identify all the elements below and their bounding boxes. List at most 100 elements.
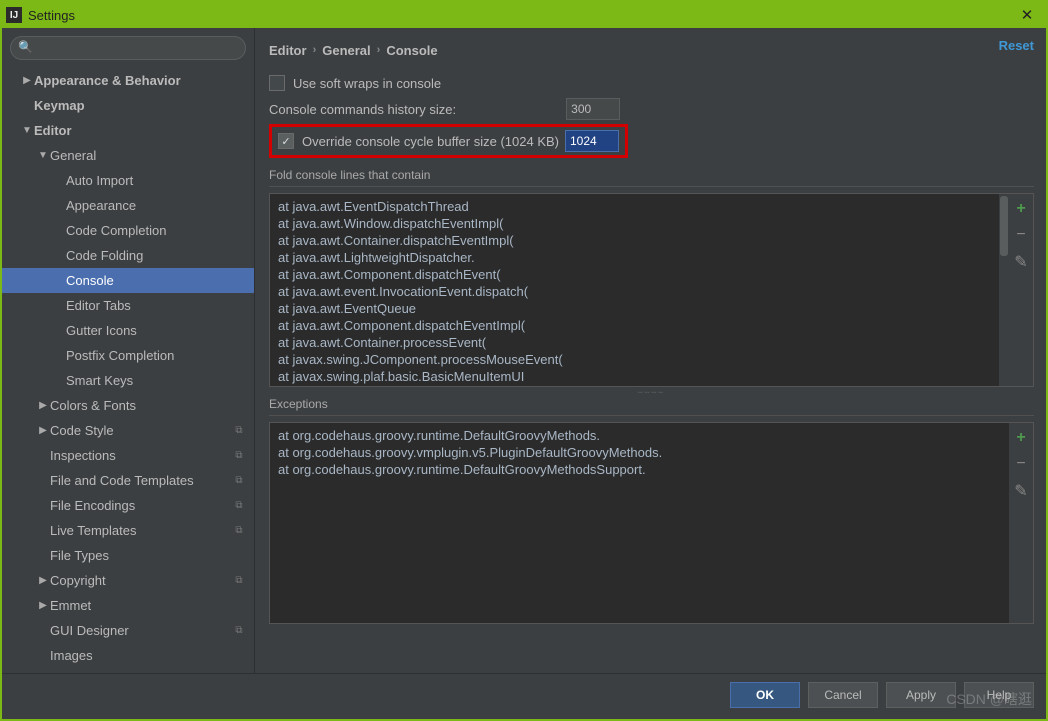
tree-item-label: Postfix Completion xyxy=(66,348,246,363)
breadcrumb: Editor › General › Console xyxy=(269,36,1034,64)
override-buffer-highlight: ✓ Override console cycle buffer size (10… xyxy=(269,124,628,158)
tree-item-label: Live Templates xyxy=(50,523,232,538)
arrow-icon: ▼ xyxy=(20,125,34,136)
exceptions-area: at org.codehaus.groovy.runtime.DefaultGr… xyxy=(269,422,1034,624)
project-badge-icon: ⧉ xyxy=(232,624,246,638)
fold-section-label: Fold console lines that contain xyxy=(269,168,1034,182)
tree-item-appearance[interactable]: Appearance xyxy=(2,193,254,218)
sidebar: 🔍 ▶Appearance & BehaviorKeymap▼Editor▼Ge… xyxy=(2,28,255,673)
tree-item-label: GUI Designer xyxy=(50,623,232,638)
remove-icon[interactable]: − xyxy=(1016,226,1025,244)
search-input[interactable] xyxy=(10,36,246,60)
tree-item-label: Copyright xyxy=(50,573,232,588)
tree-item-label: Code Completion xyxy=(66,223,246,238)
tree-item-label: Console xyxy=(66,273,246,288)
tree-item-label: Inspections xyxy=(50,448,232,463)
chevron-right-icon: › xyxy=(313,44,317,56)
arrow-icon: ▼ xyxy=(36,150,50,161)
tree-item-label: Gutter Icons xyxy=(66,323,246,338)
project-badge-icon: ⧉ xyxy=(232,499,246,513)
tree-item-label: Appearance & Behavior xyxy=(34,73,246,88)
tree-item-label: File Types xyxy=(50,548,246,563)
tree-item-label: Images xyxy=(50,648,246,663)
tree-item-gutter-icons[interactable]: Gutter Icons xyxy=(2,318,254,343)
history-size-field[interactable] xyxy=(566,98,620,120)
content-panel: Reset Editor › General › Console Use sof… xyxy=(255,28,1046,673)
project-badge-icon: ⧉ xyxy=(232,449,246,463)
tree-item-general[interactable]: ▼General xyxy=(2,143,254,168)
exceptions-text[interactable]: at org.codehaus.groovy.runtime.DefaultGr… xyxy=(270,423,1009,623)
fold-lines-area: at java.awt.EventDispatchThread at java.… xyxy=(269,193,1034,387)
tree-item-label: Colors & Fonts xyxy=(50,398,246,413)
breadcrumb-item: Console xyxy=(386,43,437,58)
apply-button[interactable]: Apply xyxy=(886,682,956,708)
tree-item-label: Emmet xyxy=(50,598,246,613)
tree-item-appearance-behavior[interactable]: ▶Appearance & Behavior xyxy=(2,68,254,93)
tree-item-copyright[interactable]: ▶Copyright⧉ xyxy=(2,568,254,593)
scrollbar[interactable] xyxy=(999,194,1009,386)
tree-item-label: File Encodings xyxy=(50,498,232,513)
tree-item-keymap[interactable]: Keymap xyxy=(2,93,254,118)
tree-item-images[interactable]: Images xyxy=(2,643,254,668)
remove-icon[interactable]: − xyxy=(1016,455,1025,473)
tree-item-label: File and Code Templates xyxy=(50,473,232,488)
tree-item-code-style[interactable]: ▶Code Style⧉ xyxy=(2,418,254,443)
tree-item-console[interactable]: Console xyxy=(2,268,254,293)
close-icon[interactable]: ✕ xyxy=(1012,6,1042,24)
override-buffer-field[interactable] xyxy=(565,130,619,152)
breadcrumb-item[interactable]: Editor xyxy=(269,43,307,58)
history-size-label: Console commands history size: xyxy=(269,102,456,117)
tree-item-auto-import[interactable]: Auto Import xyxy=(2,168,254,193)
fold-lines-text[interactable]: at java.awt.EventDispatchThread at java.… xyxy=(270,194,999,386)
tree-item-editor[interactable]: ▼Editor xyxy=(2,118,254,143)
chevron-right-icon: › xyxy=(377,44,381,56)
app-icon: IJ xyxy=(6,7,22,23)
tree-item-label: General xyxy=(50,148,246,163)
project-badge-icon: ⧉ xyxy=(232,574,246,588)
tree-item-file-encodings[interactable]: File Encodings⧉ xyxy=(2,493,254,518)
settings-tree[interactable]: ▶Appearance & BehaviorKeymap▼Editor▼Gene… xyxy=(2,64,254,673)
tree-item-label: Smart Keys xyxy=(66,373,246,388)
tree-item-code-folding[interactable]: Code Folding xyxy=(2,243,254,268)
tree-item-inspections[interactable]: Inspections⧉ xyxy=(2,443,254,468)
tree-item-live-templates[interactable]: Live Templates⧉ xyxy=(2,518,254,543)
arrow-icon: ▶ xyxy=(36,575,50,586)
add-icon[interactable]: + xyxy=(1016,429,1025,447)
tree-item-label: Auto Import xyxy=(66,173,246,188)
tree-item-code-completion[interactable]: Code Completion xyxy=(2,218,254,243)
tree-item-label: Editor Tabs xyxy=(66,298,246,313)
tree-item-label: Editor xyxy=(34,123,246,138)
help-button[interactable]: Help xyxy=(964,682,1034,708)
tree-item-emmet[interactable]: ▶Emmet xyxy=(2,593,254,618)
tree-item-postfix-completion[interactable]: Postfix Completion xyxy=(2,343,254,368)
edit-icon[interactable]: ✎ xyxy=(1014,481,1027,501)
project-badge-icon: ⧉ xyxy=(232,524,246,538)
add-icon[interactable]: + xyxy=(1016,200,1025,218)
tree-item-colors-fonts[interactable]: ▶Colors & Fonts xyxy=(2,393,254,418)
edit-icon[interactable]: ✎ xyxy=(1014,252,1027,272)
project-badge-icon: ⧉ xyxy=(232,474,246,488)
splitter[interactable]: ┄┄┄┄ xyxy=(269,387,1034,397)
tree-item-label: Code Style xyxy=(50,423,232,438)
override-buffer-checkbox[interactable]: ✓ xyxy=(278,133,294,149)
tree-item-smart-keys[interactable]: Smart Keys xyxy=(2,368,254,393)
arrow-icon: ▶ xyxy=(36,400,50,411)
arrow-icon: ▶ xyxy=(36,600,50,611)
tree-item-gui-designer[interactable]: GUI Designer⧉ xyxy=(2,618,254,643)
tree-item-label: Appearance xyxy=(66,198,246,213)
cancel-button[interactable]: Cancel xyxy=(808,682,878,708)
project-badge-icon: ⧉ xyxy=(232,424,246,438)
exceptions-section-label: Exceptions xyxy=(269,397,1034,411)
dialog-footer: OK Cancel Apply Help xyxy=(2,673,1046,716)
override-buffer-label: Override console cycle buffer size (1024… xyxy=(302,134,559,149)
titlebar: IJ Settings ✕ xyxy=(2,2,1046,28)
ok-button[interactable]: OK xyxy=(730,682,800,708)
breadcrumb-item[interactable]: General xyxy=(322,43,370,58)
tree-item-editor-tabs[interactable]: Editor Tabs xyxy=(2,293,254,318)
tree-item-label: Code Folding xyxy=(66,248,246,263)
tree-item-file-types[interactable]: File Types xyxy=(2,543,254,568)
tree-item-file-and-code-templates[interactable]: File and Code Templates⧉ xyxy=(2,468,254,493)
reset-link[interactable]: Reset xyxy=(999,38,1034,53)
soft-wrap-label: Use soft wraps in console xyxy=(293,76,441,91)
soft-wrap-checkbox[interactable] xyxy=(269,75,285,91)
